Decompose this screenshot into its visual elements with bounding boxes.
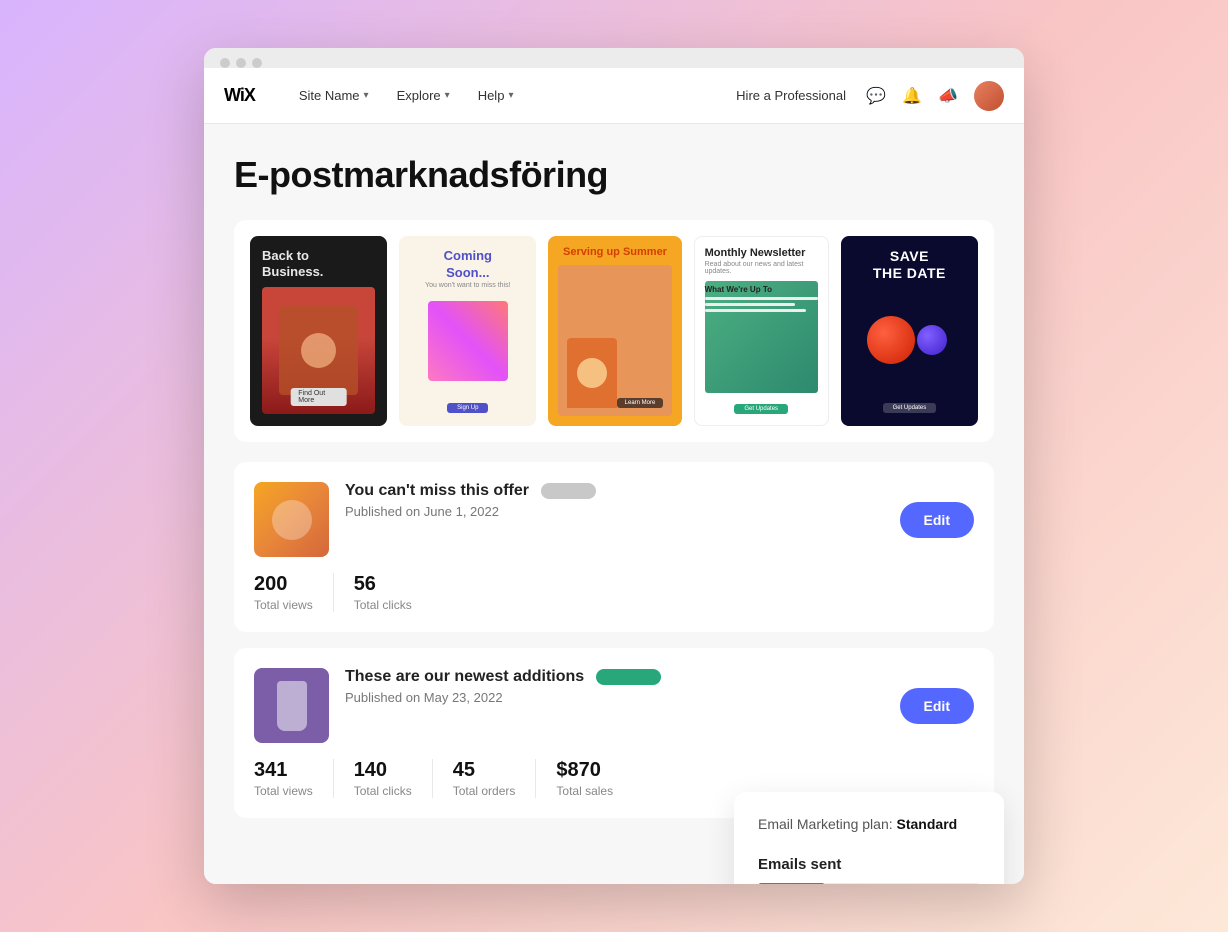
template-cta-5: Get Updates bbox=[883, 403, 937, 413]
campaign-thumbnail-2 bbox=[254, 668, 329, 743]
campaign-stats-1: 200 Total views 56 Total clicks bbox=[254, 573, 974, 612]
nav-bar: WiX Site Name ▾ Explore ▾ Help ▾ Hire a … bbox=[204, 68, 1024, 124]
stat-sales-2: $870 bbox=[556, 759, 613, 782]
template-cta-3: Learn More bbox=[617, 398, 664, 408]
template-card-2[interactable]: ComingSoon... You won't want to miss thi… bbox=[399, 236, 536, 426]
campaign-card-1: You can't miss this offer Published on J… bbox=[234, 462, 994, 632]
template-sub-4: Read about our news and latest updates. bbox=[705, 261, 818, 275]
template-image-3: Learn More bbox=[558, 265, 671, 416]
wix-logo: WiX bbox=[224, 85, 255, 106]
template-card-1[interactable]: Back toBusiness. Find Out More bbox=[250, 236, 387, 426]
stat-orders-2: 45 bbox=[453, 759, 516, 782]
campaign-name-1: You can't miss this offer bbox=[345, 482, 529, 500]
template-cta-4: Get Updates bbox=[734, 404, 788, 414]
chevron-down-icon: ▾ bbox=[508, 90, 513, 101]
template-card-3[interactable]: Serving up Summer Learn More bbox=[548, 236, 681, 426]
template-sub-2: You won't want to miss this! bbox=[411, 282, 524, 289]
bell-icon[interactable]: 🔔 bbox=[902, 86, 922, 106]
template-image-5 bbox=[871, 292, 947, 388]
template-title-3: Serving up Summer bbox=[558, 246, 671, 259]
browser-dot-yellow bbox=[236, 58, 246, 68]
campaign-info-2: These are our newest additions Published… bbox=[345, 668, 884, 705]
stat-clicks-2: 140 bbox=[354, 759, 412, 782]
browser-dot-green bbox=[252, 58, 262, 68]
template-card-4[interactable]: Monthly Newsletter Read about our news a… bbox=[694, 236, 829, 426]
template-cta-2: Sign Up bbox=[447, 403, 488, 413]
plan-info: Email Marketing plan: Standard bbox=[758, 816, 980, 832]
stat-views-label-1: Total views bbox=[254, 598, 313, 612]
campaign-date-2: Published on May 23, 2022 bbox=[345, 690, 884, 705]
stat-sales-label-2: Total sales bbox=[556, 784, 613, 798]
template-cta-1: Find Out More bbox=[290, 388, 347, 406]
sidebar-panel: Email Marketing plan: Standard Emails se… bbox=[734, 792, 1004, 884]
page-title: E-postmarknadsföring bbox=[234, 154, 994, 196]
main-content: E-postmarknadsföring Back toBusiness. Fi… bbox=[204, 124, 1024, 884]
status-badge-1 bbox=[541, 483, 596, 499]
stat-views-1: 200 bbox=[254, 573, 313, 596]
template-title-5: SAVETHE DATE bbox=[873, 248, 946, 282]
template-card-5[interactable]: SAVETHE DATE Get Updates bbox=[841, 236, 978, 426]
content-wrapper: You can't miss this offer Published on J… bbox=[234, 462, 994, 818]
edit-button-2[interactable]: Edit bbox=[900, 688, 974, 724]
browser-dot-red bbox=[220, 58, 230, 68]
campaign-thumbnail-1 bbox=[254, 482, 329, 557]
emails-sent-progress-bg bbox=[758, 883, 980, 884]
template-image-4: What We're Up To bbox=[705, 281, 818, 393]
campaign-info-1: You can't miss this offer Published on J… bbox=[345, 482, 884, 519]
stat-views-2: 341 bbox=[254, 759, 313, 782]
stat-views-label-2: Total views bbox=[254, 784, 313, 798]
emails-sent-label: Emails sent bbox=[758, 856, 980, 873]
nav-explore[interactable]: Explore ▾ bbox=[383, 68, 464, 123]
stat-clicks-label-2: Total clicks bbox=[354, 784, 412, 798]
template-image-1: Find Out More bbox=[262, 287, 375, 414]
template-image-2 bbox=[411, 295, 524, 388]
stat-orders-label-2: Total orders bbox=[453, 784, 516, 798]
emails-sent-progress-fill bbox=[758, 883, 825, 884]
stat-clicks-1: 56 bbox=[354, 573, 412, 596]
browser-chrome bbox=[204, 48, 1024, 68]
template-title-4: Monthly Newsletter bbox=[705, 247, 818, 259]
megaphone-icon[interactable]: 📣 bbox=[938, 86, 958, 106]
status-badge-2 bbox=[596, 669, 661, 685]
plan-name: Standard bbox=[897, 816, 958, 832]
campaign-name-2: These are our newest additions bbox=[345, 668, 584, 686]
nav-help[interactable]: Help ▾ bbox=[464, 68, 528, 123]
edit-button-1[interactable]: Edit bbox=[900, 502, 974, 538]
template-carousel: Back toBusiness. Find Out More ComingSoo… bbox=[234, 220, 994, 442]
campaign-date-1: Published on June 1, 2022 bbox=[345, 504, 884, 519]
template-title-1: Back toBusiness. bbox=[262, 248, 375, 279]
chevron-down-icon: ▾ bbox=[445, 90, 450, 101]
template-title-2: ComingSoon... bbox=[411, 248, 524, 282]
chevron-down-icon: ▾ bbox=[364, 90, 369, 101]
avatar[interactable] bbox=[974, 81, 1004, 111]
chat-icon[interactable]: 💬 bbox=[866, 86, 886, 106]
nav-hire[interactable]: Hire a Professional bbox=[736, 88, 846, 103]
nav-site-name[interactable]: Site Name ▾ bbox=[285, 68, 383, 123]
stat-clicks-label-1: Total clicks bbox=[354, 598, 412, 612]
